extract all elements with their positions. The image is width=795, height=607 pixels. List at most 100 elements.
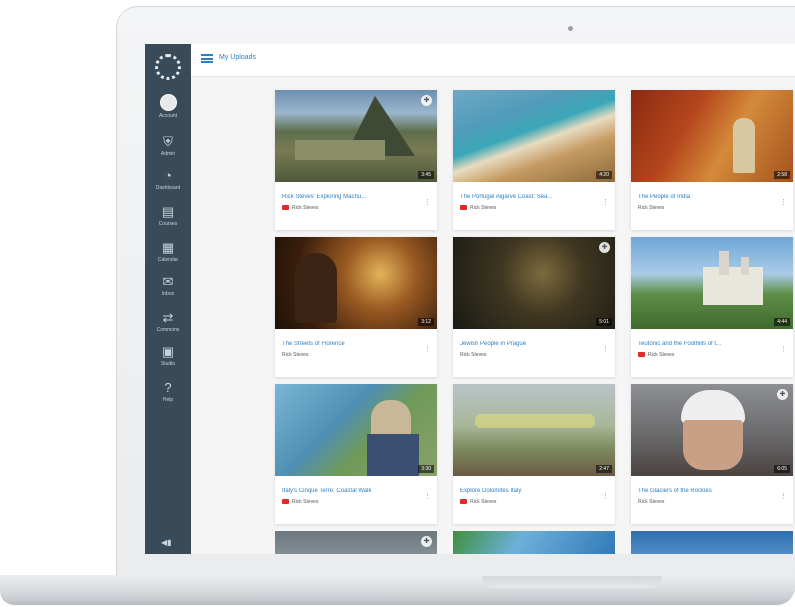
nav-label: Admin <box>160 151 176 157</box>
more-options-icon[interactable]: ⋮ <box>602 345 609 353</box>
nav-dashboard[interactable]: ◔ Dashboard <box>145 168 191 204</box>
video-thumbnail[interactable]: 3:12 <box>275 237 437 329</box>
nav-studio[interactable]: ▣ Studio <box>145 344 191 380</box>
video-card[interactable]: 4:20 The Portugal Algarve Coast: Sea... … <box>453 90 615 230</box>
video-duration: 3:45 <box>418 171 434 179</box>
video-duration: 3:12 <box>418 318 434 326</box>
video-duration: 2:58 <box>774 171 790 179</box>
video-card[interactable]: 2:47 Explore Dolomites Italy Rick Steves… <box>453 384 615 524</box>
more-options-icon[interactable]: ⋮ <box>602 492 609 500</box>
youtube-icon <box>638 352 645 358</box>
nav-inbox[interactable]: ✉ Inbox <box>145 274 191 310</box>
video-thumbnail-partial[interactable]: ✚ <box>275 531 437 554</box>
video-channel: Rick Steves <box>282 352 308 358</box>
video-card[interactable]: 2:58 The People of India Rick Steves ⋮ <box>631 90 793 230</box>
nav-calendar[interactable]: ▦ Calendar <box>145 240 191 276</box>
video-thumbnail[interactable]: 2:47 <box>453 384 615 476</box>
video-title[interactable]: The People of India <box>638 194 776 200</box>
video-thumbnail[interactable]: ✚ 5:01 <box>453 237 615 329</box>
video-card[interactable]: ✚ 6:05 The Glaciers of the Rockies Rick … <box>631 384 793 524</box>
video-channel: Rick Steves <box>638 499 664 505</box>
video-thumbnail[interactable]: ✚ 6:05 <box>631 384 793 476</box>
more-options-icon[interactable]: ⋮ <box>424 492 431 500</box>
video-thumbnail[interactable]: 4:44 <box>631 237 793 329</box>
video-duration: 3:30 <box>418 465 434 473</box>
dashboard-icon: ◔ <box>164 168 172 183</box>
video-title[interactable]: Jewish People in Prague <box>460 341 598 347</box>
more-options-icon[interactable]: ⋮ <box>602 198 609 206</box>
video-duration: 5:01 <box>596 318 612 326</box>
youtube-icon <box>282 499 289 505</box>
video-channel: Rick Steves <box>460 352 486 358</box>
video-card[interactable]: 4:44 Teutonic and the Foothills of t... … <box>631 237 793 377</box>
video-duration: 2:47 <box>596 465 612 473</box>
more-options-icon[interactable]: ⋮ <box>424 198 431 206</box>
channel-name: Rick Steves <box>638 499 665 505</box>
video-title[interactable]: Teutonic and the Foothills of t... <box>638 341 776 347</box>
help-icon: ? <box>164 380 172 395</box>
video-channel: Rick Steves <box>460 205 496 211</box>
top-bar: My Uploads <box>191 44 795 77</box>
add-icon[interactable]: ✚ <box>777 389 788 400</box>
video-title[interactable]: The Portugal Algarve Coast: Sea... <box>460 194 598 200</box>
inbox-icon: ✉ <box>162 274 174 289</box>
breadcrumb[interactable]: My Uploads <box>219 54 256 61</box>
nav-label: Help <box>162 397 174 403</box>
video-title[interactable]: Rick Steves' Exploring Machu... <box>282 194 420 200</box>
video-title[interactable]: The Streets of Florence <box>282 341 420 347</box>
studio-icon: ▣ <box>161 344 175 359</box>
nav-label: Dashboard <box>155 185 181 191</box>
nav-label: Account <box>158 113 178 119</box>
hamburger-menu-icon[interactable] <box>201 54 213 63</box>
video-thumbnail[interactable]: ✚ 3:45 <box>275 90 437 182</box>
video-thumbnail[interactable]: 3:30 <box>275 384 437 476</box>
video-thumbnail[interactable]: 2:58 <box>631 90 793 182</box>
video-thumbnail-partial[interactable] <box>631 531 793 554</box>
nav-commons[interactable]: ⇄ Commons <box>145 310 191 346</box>
youtube-icon <box>460 205 467 211</box>
nav-courses[interactable]: ▤ Courses <box>145 204 191 240</box>
channel-name: Rick Steves <box>638 205 665 211</box>
video-thumbnail-partial[interactable] <box>453 531 615 554</box>
commons-icon: ⇄ <box>162 310 174 325</box>
youtube-icon <box>460 499 467 505</box>
more-options-icon[interactable]: ⋮ <box>780 492 787 500</box>
global-nav-sidebar: Account ⛨ Admin ◔ Dashboard ▤ Courses ▦ … <box>145 44 191 554</box>
video-title[interactable]: The Glaciers of the Rockies <box>638 488 776 494</box>
channel-name: Rick Steves <box>470 499 497 505</box>
logo-icon[interactable] <box>155 54 181 80</box>
nav-label: Inbox <box>161 291 175 297</box>
channel-name: Rick Steves <box>282 352 309 358</box>
channel-name: Rick Steves <box>470 205 497 211</box>
video-title[interactable]: Italy's Cinque Terre: Coastal Walk <box>282 488 420 494</box>
add-icon[interactable]: ✚ <box>599 242 610 253</box>
nav-admin[interactable]: ⛨ Admin <box>145 134 191 170</box>
video-duration: 4:44 <box>774 318 790 326</box>
video-card[interactable]: ✚ 3:45 Rick Steves' Exploring Machu... R… <box>275 90 437 230</box>
channel-name: Rick Steves <box>648 352 675 358</box>
video-title[interactable]: Explore Dolomites Italy <box>460 488 598 494</box>
add-icon[interactable]: ✚ <box>421 536 432 547</box>
channel-name: Rick Steves <box>292 499 319 505</box>
video-card[interactable]: 3:30 Italy's Cinque Terre: Coastal Walk … <box>275 384 437 524</box>
video-thumbnail[interactable]: 4:20 <box>453 90 615 182</box>
video-channel: Rick Steves <box>282 205 318 211</box>
video-card[interactable]: 3:12 The Streets of Florence Rick Steves… <box>275 237 437 377</box>
laptop-notch <box>482 576 662 588</box>
more-options-icon[interactable]: ⋮ <box>780 345 787 353</box>
video-card[interactable]: ✚ 5:01 Jewish People in Prague Rick Stev… <box>453 237 615 377</box>
nav-label: Courses <box>158 221 178 227</box>
add-icon[interactable]: ✚ <box>421 95 432 106</box>
collapse-nav-icon[interactable]: ◀▮ <box>161 538 172 547</box>
video-channel: Rick Steves <box>282 499 318 505</box>
avatar-icon <box>159 94 177 111</box>
nav-help[interactable]: ? Help <box>145 380 191 416</box>
more-options-icon[interactable]: ⋮ <box>780 198 787 206</box>
more-options-icon[interactable]: ⋮ <box>424 345 431 353</box>
nav-account[interactable]: Account <box>145 94 191 130</box>
calendar-icon: ▦ <box>161 240 175 255</box>
youtube-icon <box>282 205 289 211</box>
channel-name: Rick Steves <box>292 205 319 211</box>
camera-dot <box>568 26 573 31</box>
video-channel: Rick Steves <box>638 205 664 211</box>
